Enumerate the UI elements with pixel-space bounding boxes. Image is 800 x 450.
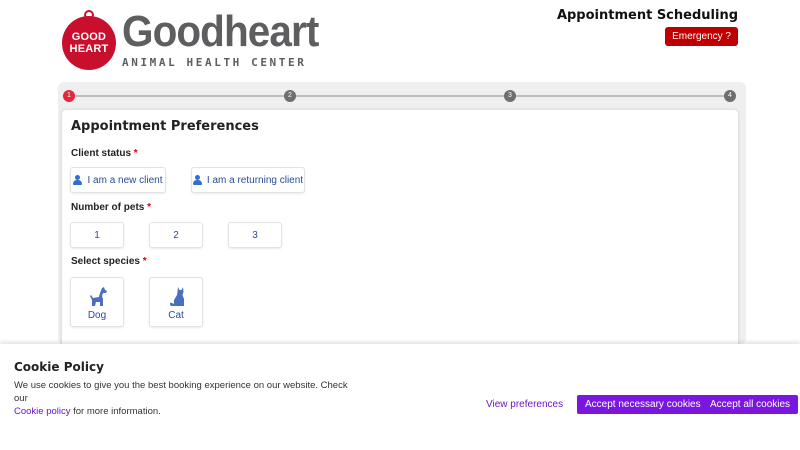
step-3[interactable]: 3 bbox=[504, 90, 516, 102]
species-dog-label: Dog bbox=[87, 310, 107, 321]
step-4[interactable]: 4 bbox=[724, 90, 736, 102]
client-status-label: Client status * bbox=[71, 148, 138, 159]
pets-count-1-button[interactable]: 1 bbox=[70, 222, 124, 248]
required-marker: * bbox=[142, 256, 147, 267]
logo-tag-line2: HEART bbox=[69, 43, 109, 55]
species-cat-label: Cat bbox=[168, 310, 184, 321]
cookie-banner: Cookie Policy We use cookies to give you… bbox=[0, 344, 800, 450]
cat-icon bbox=[170, 287, 184, 306]
stepper-line bbox=[70, 95, 732, 97]
pets-count-3-button[interactable]: 3 bbox=[228, 222, 282, 248]
heart-tag-icon: GOOD HEART bbox=[62, 10, 116, 70]
required-marker: * bbox=[133, 148, 138, 159]
returning-client-button[interactable]: I am a returning client bbox=[191, 167, 305, 193]
accept-necessary-cookies-button[interactable]: Accept necessary cookies bbox=[577, 395, 709, 414]
card-title: Appointment Preferences bbox=[71, 119, 259, 134]
view-preferences-link[interactable]: View preferences bbox=[486, 399, 563, 410]
required-marker: * bbox=[147, 202, 152, 213]
logo-name: Goodheart bbox=[122, 7, 319, 56]
logo-subtitle: ANIMAL HEALTH CENTER bbox=[122, 56, 307, 69]
cookie-policy-link[interactable]: Cookie policy bbox=[14, 406, 71, 417]
select-species-label: Select species * bbox=[71, 256, 147, 267]
page: GOOD HEART Goodheart ANIMAL HEALTH CENTE… bbox=[0, 0, 800, 450]
page-title: Appointment Scheduling bbox=[556, 8, 738, 23]
dog-icon bbox=[90, 287, 107, 306]
cookie-description: We use cookies to give you the best book… bbox=[14, 379, 354, 418]
appointment-preferences-card: Appointment Preferences Client status * … bbox=[62, 110, 738, 350]
step-2[interactable]: 2 bbox=[284, 90, 296, 102]
returning-client-label: I am a returning client bbox=[206, 174, 304, 186]
species-dog-button[interactable]: Dog bbox=[70, 277, 124, 327]
cookie-text-after: for more information. bbox=[70, 406, 161, 417]
logo-tag-line1: GOOD bbox=[71, 31, 107, 43]
emergency-button[interactable]: Emergency ? bbox=[665, 27, 738, 46]
cookie-text-before: We use cookies to give you the best book… bbox=[14, 380, 348, 404]
species-cat-button[interactable]: Cat bbox=[149, 277, 203, 327]
pets-count-2-button[interactable]: 2 bbox=[149, 222, 203, 248]
number-of-pets-label: Number of pets * bbox=[71, 202, 152, 213]
new-client-label: I am a new client bbox=[87, 174, 163, 186]
new-client-button[interactable]: I am a new client bbox=[70, 167, 166, 193]
cookie-title: Cookie Policy bbox=[14, 360, 104, 374]
step-1[interactable]: 1 bbox=[63, 90, 75, 102]
user-icon bbox=[192, 175, 202, 185]
user-icon bbox=[73, 175, 83, 185]
clinic-logo[interactable]: GOOD HEART Goodheart ANIMAL HEALTH CENTE… bbox=[62, 10, 335, 70]
accept-all-cookies-button[interactable]: Accept all cookies bbox=[702, 395, 799, 414]
